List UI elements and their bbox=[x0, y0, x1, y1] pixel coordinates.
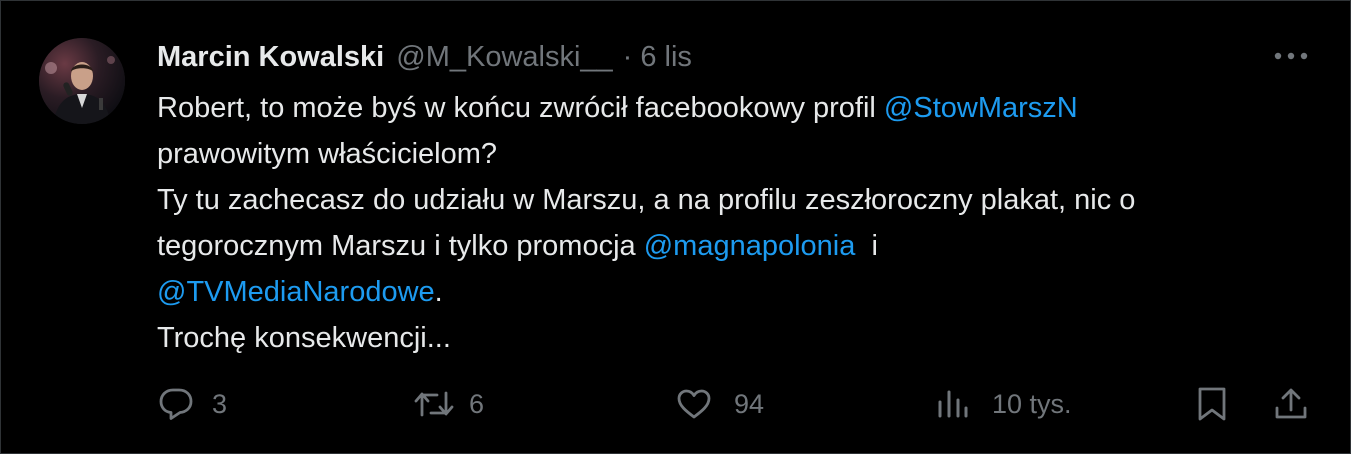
bookmark-icon bbox=[1196, 386, 1228, 422]
reply-icon bbox=[158, 387, 194, 421]
share-button[interactable] bbox=[1273, 381, 1309, 427]
tweet-line: @TVMediaNarodowe. bbox=[157, 269, 1327, 315]
tweet-line: Robert, to może byś w końcu zwrócił face… bbox=[157, 85, 1327, 131]
retweet-count: 6 bbox=[469, 388, 485, 419]
tweet-line: tegorocznym Marszu i tylko promocja @mag… bbox=[157, 223, 1327, 269]
mention-link[interactable]: @TVMediaNarodowe bbox=[157, 276, 435, 308]
tweet-text: Robert, to może byś w końcu zwrócił face… bbox=[157, 85, 1327, 361]
mention-link[interactable]: @magnapolonia bbox=[644, 230, 856, 262]
views-button[interactable]: 10 tys. bbox=[936, 381, 1072, 427]
retweet-button[interactable]: 6 bbox=[413, 381, 484, 427]
reply-count: 3 bbox=[212, 388, 228, 419]
like-count: 94 bbox=[734, 388, 765, 419]
tweet-card[interactable]: Marcin Kowalski @M_Kowalski__ · 6 lis Ro… bbox=[0, 0, 1351, 454]
share-icon bbox=[1273, 386, 1309, 422]
tweet-line: Trochę konsekwencji... bbox=[157, 322, 451, 354]
retweet-icon bbox=[413, 388, 455, 420]
more-options-button[interactable] bbox=[1271, 41, 1311, 71]
like-button[interactable]: 94 bbox=[676, 381, 764, 427]
avatar[interactable] bbox=[39, 38, 125, 124]
tweet-text-segment: i bbox=[855, 230, 878, 262]
reply-button[interactable]: 3 bbox=[158, 381, 227, 427]
views-chart-icon bbox=[936, 388, 970, 420]
action-bar: 3 6 94 10 tys. bbox=[1, 381, 1351, 427]
more-dots-icon bbox=[1274, 52, 1308, 60]
tweet-text-segment: Robert, to może byś w końcu zwrócił face… bbox=[157, 92, 884, 124]
tweet-header: Marcin Kowalski @M_Kowalski__ · 6 lis bbox=[157, 37, 692, 77]
author-name[interactable]: Marcin Kowalski bbox=[157, 41, 384, 74]
bookmark-button[interactable] bbox=[1196, 381, 1228, 427]
mention-link[interactable]: @StowMarszN bbox=[884, 92, 1078, 124]
tweet-line: Ty tu zachecasz do udziału w Marszu, a n… bbox=[157, 184, 1136, 216]
heart-icon bbox=[676, 388, 712, 420]
tweet-timestamp[interactable]: 6 lis bbox=[640, 41, 692, 74]
tweet-line: prawowitym właścicielom? bbox=[157, 138, 498, 170]
tweet-text-segment: . bbox=[434, 276, 443, 308]
separator-dot: · bbox=[622, 40, 633, 73]
views-count: 10 tys. bbox=[992, 388, 1072, 419]
avatar-photo bbox=[39, 38, 125, 124]
tweet-text-segment: tegorocznym Marszu i tylko promocja bbox=[157, 230, 644, 262]
author-handle[interactable]: @M_Kowalski__ bbox=[396, 41, 612, 74]
